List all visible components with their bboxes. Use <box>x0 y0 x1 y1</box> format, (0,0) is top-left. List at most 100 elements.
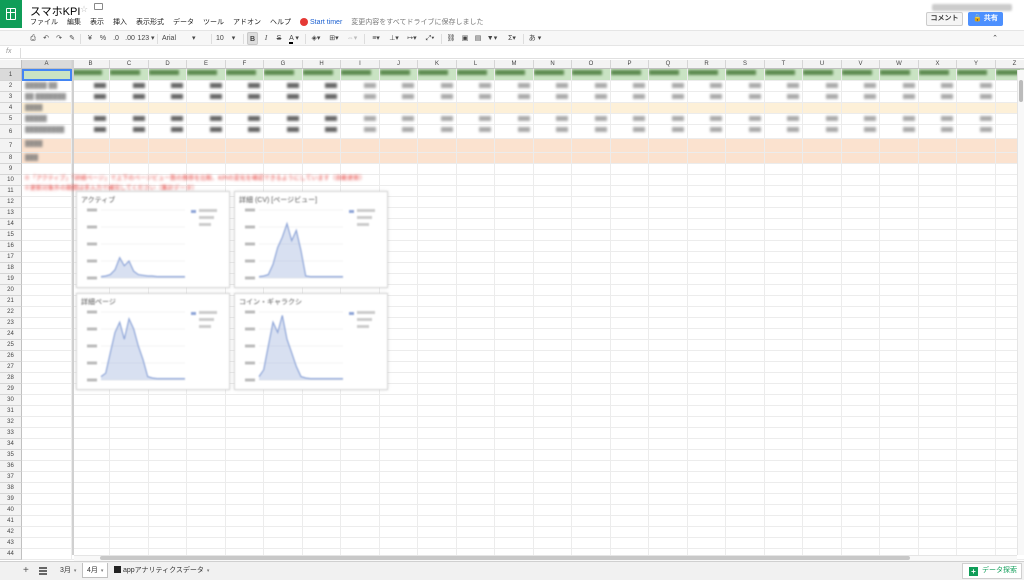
cell[interactable] <box>149 538 187 549</box>
cell[interactable] <box>380 483 418 494</box>
cell[interactable] <box>842 186 880 197</box>
cell[interactable] <box>226 538 264 549</box>
cell[interactable] <box>495 186 534 197</box>
cell[interactable] <box>572 373 611 384</box>
cell[interactable] <box>726 69 765 81</box>
cell[interactable] <box>880 296 919 307</box>
cell[interactable] <box>303 428 341 439</box>
cell[interactable] <box>418 472 457 483</box>
cell[interactable] <box>457 139 495 153</box>
cell[interactable] <box>765 175 803 186</box>
cell[interactable] <box>957 516 996 527</box>
cell[interactable] <box>688 307 726 318</box>
cell[interactable] <box>649 69 688 81</box>
cell[interactable] <box>457 538 495 549</box>
cell[interactable] <box>495 329 534 340</box>
percent-button[interactable]: % <box>98 32 108 45</box>
cell[interactable] <box>572 384 611 395</box>
start-timer-link[interactable]: Start timer <box>310 19 342 26</box>
input-tools-button[interactable]: あ ▾ <box>527 32 543 45</box>
cell[interactable] <box>110 472 149 483</box>
cell[interactable] <box>611 307 649 318</box>
cell[interactable] <box>22 318 72 329</box>
increase-decimal-button[interactable]: .00 <box>123 32 137 45</box>
cell[interactable] <box>880 263 919 274</box>
cell[interactable] <box>842 296 880 307</box>
cell[interactable] <box>649 318 688 329</box>
cell[interactable] <box>380 406 418 417</box>
cell[interactable] <box>726 274 765 285</box>
cell[interactable] <box>957 362 996 373</box>
redo-icon[interactable]: ↷ <box>54 32 64 45</box>
cell[interactable] <box>726 384 765 395</box>
print-icon[interactable]: ⎙ <box>28 32 38 45</box>
cell[interactable] <box>495 230 534 241</box>
cell[interactable] <box>341 450 380 461</box>
cell[interactable] <box>919 384 957 395</box>
cell[interactable] <box>572 450 611 461</box>
cell[interactable] <box>611 384 649 395</box>
cell[interactable] <box>303 483 341 494</box>
cell[interactable] <box>418 494 457 505</box>
cell[interactable] <box>22 472 72 483</box>
cell[interactable] <box>187 395 226 406</box>
cell[interactable] <box>688 461 726 472</box>
cell[interactable] <box>187 69 226 81</box>
cell[interactable] <box>842 285 880 296</box>
cell[interactable] <box>611 318 649 329</box>
cell[interactable] <box>611 461 649 472</box>
cell[interactable] <box>264 505 303 516</box>
cell[interactable] <box>726 186 765 197</box>
cell[interactable] <box>649 153 688 164</box>
cell[interactable] <box>688 406 726 417</box>
cell[interactable] <box>457 505 495 516</box>
cell[interactable] <box>149 428 187 439</box>
cell[interactable] <box>919 139 957 153</box>
row-header-9[interactable]: 9 <box>0 164 22 175</box>
cell[interactable] <box>880 103 919 114</box>
cell[interactable] <box>534 395 572 406</box>
row-header-17[interactable]: 17 <box>0 252 22 263</box>
cell[interactable] <box>919 439 957 450</box>
cell[interactable] <box>534 197 572 208</box>
add-sheet-icon[interactable]: + <box>23 565 29 576</box>
cell[interactable] <box>919 373 957 384</box>
cell[interactable] <box>611 241 649 252</box>
italic-button[interactable]: I <box>261 32 271 45</box>
cell[interactable] <box>264 439 303 450</box>
cell[interactable] <box>341 69 380 81</box>
cell[interactable] <box>803 527 842 538</box>
cell[interactable] <box>418 527 457 538</box>
cell[interactable] <box>919 208 957 219</box>
cell[interactable] <box>380 69 418 81</box>
cell[interactable] <box>418 230 457 241</box>
column-header-w[interactable]: W <box>880 60 919 69</box>
cell[interactable] <box>688 362 726 373</box>
cell[interactable] <box>880 230 919 241</box>
cell[interactable] <box>534 472 572 483</box>
cell[interactable] <box>803 197 842 208</box>
cell[interactable] <box>688 428 726 439</box>
cell[interactable] <box>457 153 495 164</box>
cell[interactable] <box>457 252 495 263</box>
cell[interactable] <box>726 307 765 318</box>
cell[interactable] <box>919 153 957 164</box>
cell[interactable] <box>726 329 765 340</box>
cell[interactable] <box>842 527 880 538</box>
cell[interactable] <box>495 241 534 252</box>
cell[interactable] <box>22 197 72 208</box>
cell[interactable] <box>572 69 611 81</box>
cell[interactable] <box>765 406 803 417</box>
cell[interactable] <box>765 103 803 114</box>
cell[interactable] <box>457 164 495 175</box>
row-header-27[interactable]: 27 <box>0 362 22 373</box>
cell[interactable] <box>457 285 495 296</box>
cell[interactable] <box>457 241 495 252</box>
cell[interactable] <box>880 527 919 538</box>
cell[interactable] <box>957 384 996 395</box>
row-header-33[interactable]: 33 <box>0 428 22 439</box>
cell[interactable] <box>187 494 226 505</box>
cell[interactable] <box>534 340 572 351</box>
strikethrough-button[interactable]: S <box>274 32 284 45</box>
cell[interactable] <box>842 103 880 114</box>
